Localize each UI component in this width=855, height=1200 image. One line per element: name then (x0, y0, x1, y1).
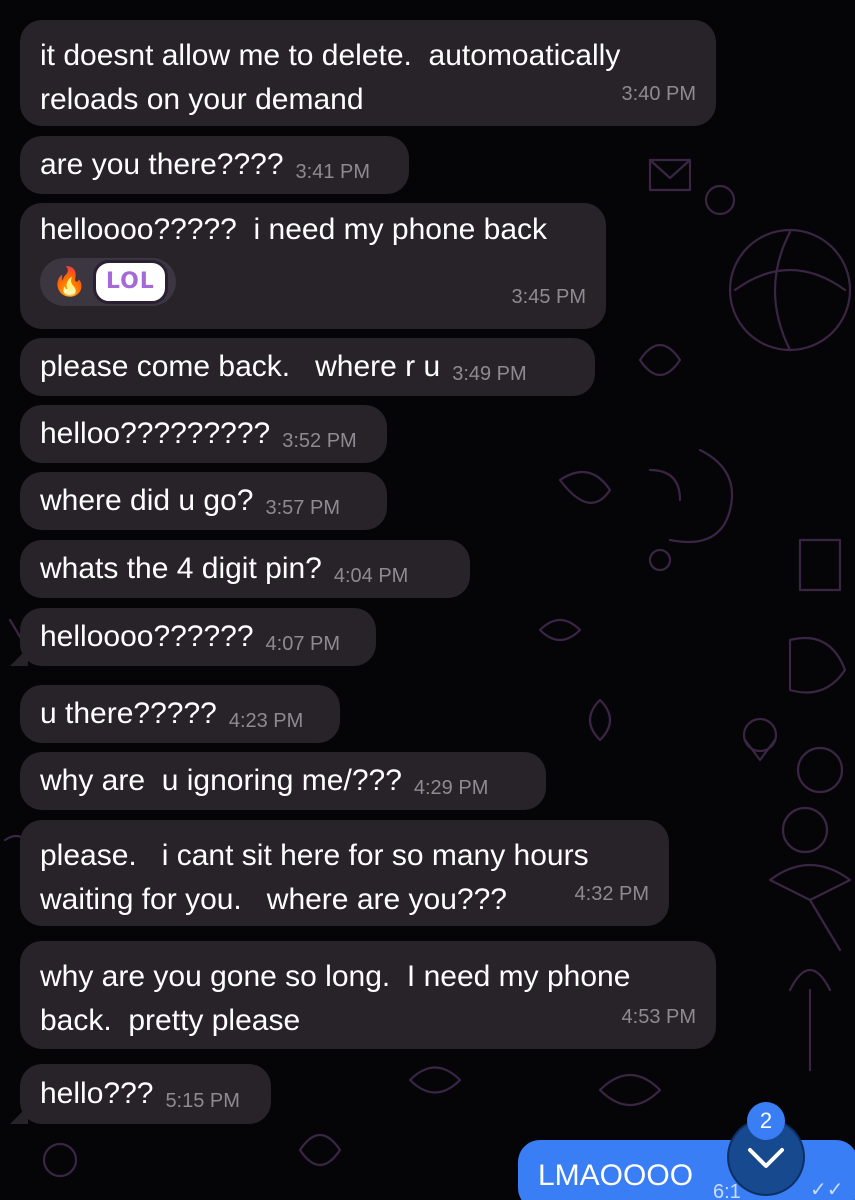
incoming-message[interactable]: helloooo????? i need my phone back 🔥 LOL… (20, 203, 606, 329)
message-text: are you there???? (40, 148, 284, 181)
message-time: 4:07 PM (265, 633, 341, 655)
message-text: helloooo?????? (40, 620, 254, 653)
message-time: 5:15 PM (165, 1090, 240, 1112)
message-time: 3:45 PM (511, 286, 586, 308)
message-time: 3:52 PM (282, 430, 357, 452)
message-time: 4:23 PM (228, 710, 304, 732)
incoming-message[interactable]: whats the 4 digit pin? 4:04 PM (20, 540, 470, 598)
fire-reaction-icon[interactable]: 🔥 (52, 258, 87, 306)
message-text-line: it doesnt allow me to delete. automoatic… (40, 39, 621, 72)
message-text: helloo????????? (40, 417, 271, 450)
message-text-line: back. pretty please (40, 1004, 301, 1037)
message-text: why are u ignoring me/??? (40, 764, 402, 797)
chevron-down-icon (748, 1148, 784, 1168)
message-text: where did u go? (40, 484, 254, 517)
message-time: 4:29 PM (413, 777, 489, 799)
message-time: 3:40 PM (621, 83, 696, 105)
message-time: 4:32 PM (574, 883, 649, 905)
incoming-message[interactable]: why are you gone so long. I need my phon… (20, 941, 716, 1049)
incoming-message[interactable]: u there????? 4:23 PM (20, 685, 340, 743)
incoming-message[interactable]: are you there???? 3:41 PM (20, 136, 409, 194)
incoming-message[interactable]: where did u go? 3:57 PM (20, 472, 387, 530)
message-time: 4:53 PM (621, 1006, 696, 1028)
incoming-message[interactable]: it doesnt allow me to delete. automoatic… (20, 20, 716, 126)
chat-view: it doesnt allow me to delete. automoatic… (0, 0, 855, 1200)
message-text: LMAOOOO (538, 1159, 694, 1192)
message-text: u there????? (40, 697, 217, 730)
incoming-message[interactable]: helloooo?????? 4:07 PM (20, 608, 376, 666)
message-time: 4:04 PM (333, 565, 409, 587)
message-text: whats the 4 digit pin? (40, 552, 322, 585)
message-text-line: why are you gone so long. I need my phon… (40, 960, 631, 993)
message-text-line: waiting for you. where are you??? (40, 883, 507, 916)
incoming-message[interactable]: hello??? 5:15 PM (20, 1064, 271, 1124)
message-text-line: please. i cant sit here for so many hour… (40, 839, 589, 872)
incoming-message[interactable]: helloo????????? 3:52 PM (20, 405, 387, 463)
message-reactions[interactable]: 🔥 LOL (40, 258, 176, 306)
message-text-line: reloads on your demand (40, 83, 364, 116)
read-receipt-icon: ✓✓ (810, 1179, 844, 1200)
unread-count-badge: 2 (747, 1102, 785, 1140)
message-text: helloooo????? i need my phone back (40, 213, 548, 246)
incoming-message[interactable]: please come back. where r u 3:49 PM (20, 338, 595, 396)
message-text: please come back. where r u (40, 350, 441, 383)
lol-reaction-sticker[interactable]: LOL (92, 260, 168, 304)
outgoing-message[interactable]: LMAOOOO 6:1 ✓✓ (518, 1140, 855, 1200)
message-text: hello??? (40, 1077, 154, 1110)
incoming-message[interactable]: please. i cant sit here for so many hour… (20, 820, 669, 926)
message-time: 3:49 PM (452, 363, 527, 385)
message-time: 3:41 PM (295, 161, 370, 183)
message-time: 3:57 PM (265, 497, 340, 519)
incoming-message[interactable]: why are u ignoring me/??? 4:29 PM (20, 752, 546, 810)
